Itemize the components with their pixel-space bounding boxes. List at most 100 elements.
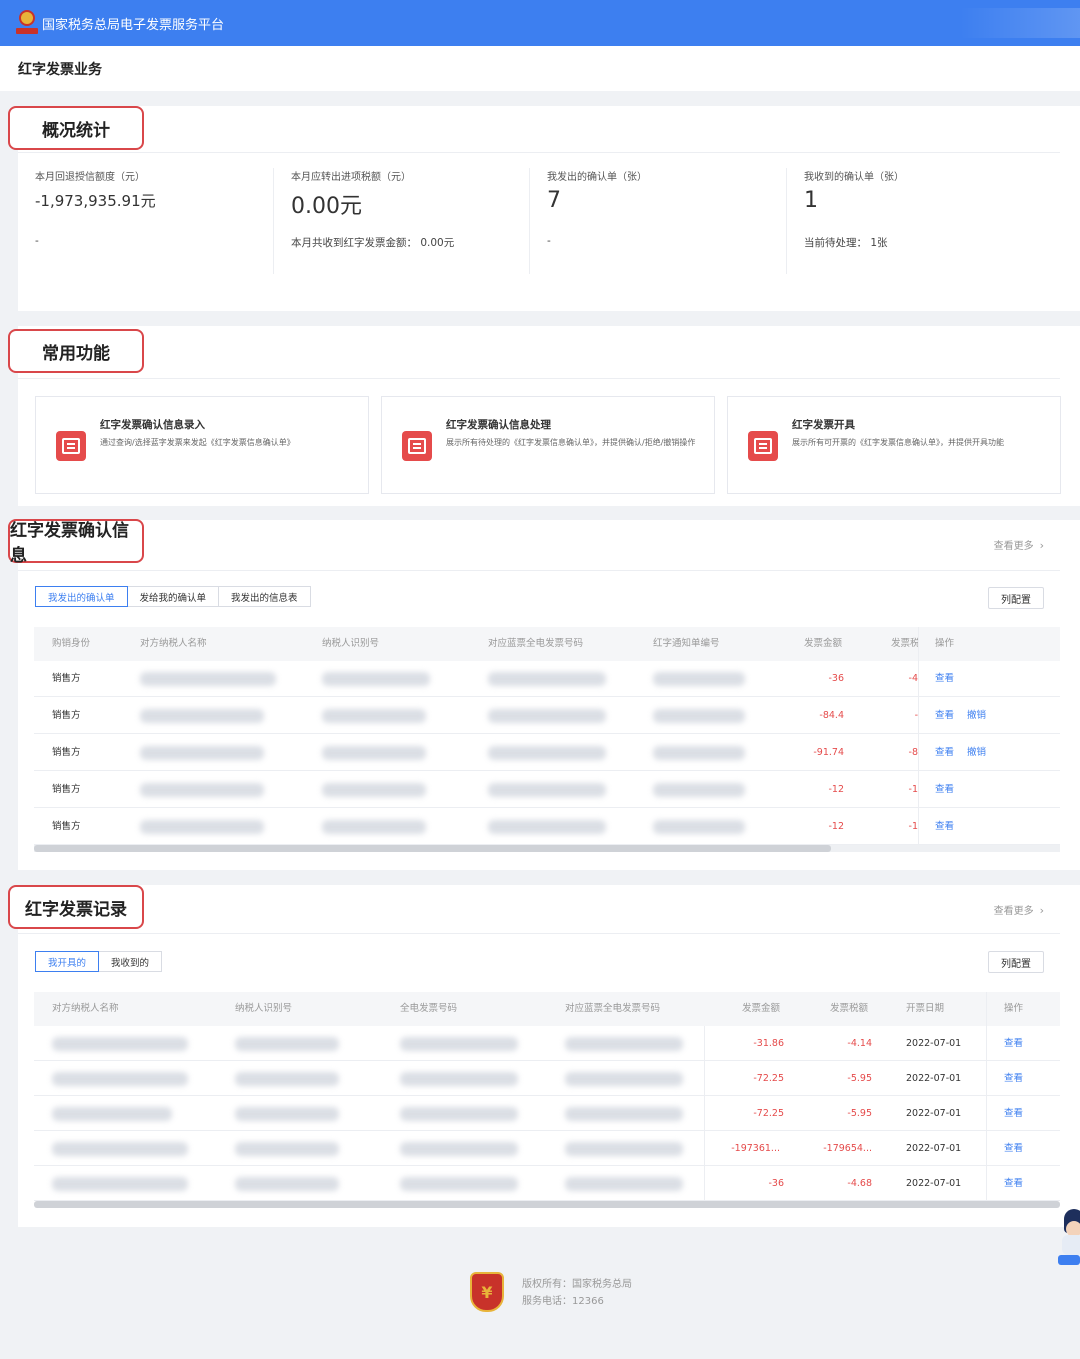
more-label: 查看更多 [993,906,1034,917]
table-header: 购销身份 对方纳税人名称 纳税人识别号 对应蓝票全电发票号码 红字通知单编号 发… [34,627,1060,661]
records-table: 对方纳税人名称 纳税人识别号 全电发票号码 对应蓝票全电发票号码 发票金额 发票… [34,992,1060,1210]
amount-cell: -84.4 [819,710,844,721]
tab-issued[interactable]: 我开具的 [35,951,100,972]
table-row: -72.25 -5.95 2022-07-01 查看 [34,1061,1060,1096]
footer-copyright: 版权所有：国家税务总局 [522,1279,632,1290]
stat-label: 我收到的确认单（张） [804,172,904,183]
stat-sub: 当前待处理： 1张 [804,237,888,249]
tax-cell: -5.95 [847,1108,872,1119]
column-header: 发票税额 [830,1003,869,1014]
tab-sent-confirm[interactable]: 我发出的确认单 [35,586,128,607]
revoke-link[interactable]: 撤销 [967,698,986,734]
user-menu[interactable] [960,8,1080,38]
confirm-title: 红字发票确认信息 [8,519,144,566]
stat-value: 7 [547,188,561,213]
chevron-right-icon: › [1039,539,1044,552]
confirm-column-config-button[interactable]: 列配置 [988,587,1044,609]
function-desc: 展示所有待处理的《红字发票信息确认单》，并提供确认/拒绝/撤销操作 [446,438,696,447]
horizontal-scrollbar[interactable] [34,1201,1060,1208]
stat-received-confirm: 我收到的确认单（张） 1 当前待处理： 1张 [787,168,1043,278]
function-desc: 展示所有可开票的《红字发票信息确认单》，并提供开具功能 [792,438,1004,447]
stat-sub: - [547,235,551,247]
column-header: 对应蓝票全电发票号码 [565,1003,661,1014]
date-cell: 2022-07-01 [906,1178,962,1189]
column-header: 纳税人识别号 [235,1003,293,1014]
tax-cell: -1 [908,784,918,795]
functions-title: 常用功能 [8,329,144,373]
amount-cell: -36 [768,1178,784,1189]
function-desc: 通过查询/选择蓝字发票来发起《红字发票信息确认单》 [100,438,295,447]
view-link[interactable]: 查看 [935,809,954,845]
footer: 版权所有：国家税务总局 服务电话：12366 [522,1276,632,1310]
column-header: 红字通知单编号 [653,638,720,649]
role-cell: 销售方 [52,821,81,832]
records-more-link[interactable]: 查看更多 › [994,902,1044,917]
function-name: 红字发票确认信息录入 [100,419,205,431]
tab-received[interactable]: 我收到的 [98,951,163,972]
date-cell: 2022-07-01 [906,1143,962,1154]
revoke-link[interactable]: 撤销 [967,735,986,771]
tax-cell: -5.95 [847,1073,872,1084]
tax-cell: -4 [908,673,918,684]
records-title: 红字发票记录 [8,885,144,929]
footer-phone: 服务电话：12366 [522,1296,604,1307]
view-link[interactable]: 查看 [1004,1061,1023,1097]
amount-cell: -12 [828,821,844,832]
confirm-more-link[interactable]: 查看更多 › [994,537,1044,552]
assistant-mascot-icon[interactable] [1058,1205,1080,1267]
column-header: 纳税人识别号 [322,638,380,649]
column-header: 对方纳税人名称 [52,1003,119,1014]
form-entry-icon [56,431,86,461]
stat-sent-confirm: 我发出的确认单（张） 7 - [530,168,786,278]
stat-sub: - [35,235,39,247]
page-title: 红字发票业务 [18,61,102,78]
view-link[interactable]: 查看 [935,661,954,697]
view-link[interactable]: 查看 [935,698,954,734]
column-header: 发票税 [891,638,919,649]
role-cell: 销售方 [52,710,81,721]
view-link[interactable]: 查看 [1004,1096,1023,1132]
overview-title: 概况统计 [8,106,144,150]
chevron-right-icon: › [1039,904,1044,917]
function-card-entry[interactable]: 红字发票确认信息录入 通过查询/选择蓝字发票来发起《红字发票信息确认单》 [35,396,369,494]
date-cell: 2022-07-01 [906,1038,962,1049]
function-card-process[interactable]: 红字发票确认信息处理 展示所有待处理的《红字发票信息确认单》，并提供确认/拒绝/… [381,396,715,494]
stat-value: 0.00元 [291,194,362,219]
tax-cell: -8 [908,747,918,758]
records-column-config-button[interactable]: 列配置 [988,951,1044,973]
stat-label: 我发出的确认单（张） [547,172,647,183]
role-cell: 销售方 [52,673,81,684]
tax-emblem-icon [16,10,38,36]
confirm-tabs: 我发出的确认单 发给我的确认单 我发出的信息表 [35,586,311,607]
amount-cell: -72.25 [753,1108,784,1119]
amount-cell: -31.86 [753,1038,784,1049]
amount-cell: -91.74 [813,747,844,758]
tax-cell: - [914,710,918,721]
amount-cell: -36 [828,673,844,684]
confirm-table: 购销身份 对方纳税人名称 纳税人识别号 对应蓝票全电发票号码 红字通知单编号 发… [34,627,1060,855]
tax-cell: -4.68 [847,1178,872,1189]
stat-label: 本月回退授信额度（元） [35,172,145,183]
table-header: 对方纳税人名称 纳税人识别号 全电发票号码 对应蓝票全电发票号码 发票金额 发票… [34,992,1060,1026]
view-link[interactable]: 查看 [1004,1026,1023,1062]
document-check-icon [402,431,432,461]
view-link[interactable]: 查看 [1004,1131,1023,1167]
view-link[interactable]: 查看 [935,772,954,808]
stat-value: -1,973,935.91元 [35,192,156,210]
column-header: 发票金额 [804,638,843,649]
table-row: -72.25 -5.95 2022-07-01 查看 [34,1096,1060,1131]
column-header: 对应蓝票全电发票号码 [488,638,584,649]
view-link[interactable]: 查看 [935,735,954,771]
amount-cell: -12 [828,784,844,795]
stat-sub: 本月共收到红字发票金额： 0.00元 [291,237,455,249]
tab-received-confirm[interactable]: 发给我的确认单 [126,586,220,607]
tab-sent-info-table[interactable]: 我发出的信息表 [218,586,311,607]
horizontal-scrollbar[interactable] [34,845,831,852]
stat-credit-rollback: 本月回退授信额度（元） -1,973,935.91元 - [18,168,274,278]
column-header: 开票日期 [906,1003,945,1014]
table-row: -197361... -179654... 2022-07-01 查看 [34,1131,1060,1166]
view-link[interactable]: 查看 [1004,1166,1023,1202]
top-bar: 国家税务总局电子发票服务平台 [0,0,1080,46]
table-row: 销售方 -36 -4 查看 [34,661,1060,697]
function-card-issue[interactable]: 红字发票开具 展示所有可开票的《红字发票信息确认单》，并提供开具功能 [727,396,1061,494]
